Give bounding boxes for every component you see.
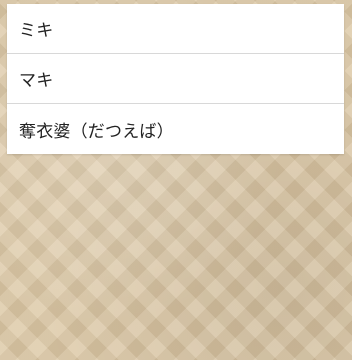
list-item-miki[interactable]: ミキ <box>7 4 344 54</box>
list-item-label: 奪衣婆（だつえば） <box>19 121 174 142</box>
list-item-label: ミキ <box>19 21 54 41</box>
selection-list: ミキ マキ 奪衣婆（だつえば） <box>7 4 344 154</box>
list-item-datsueba[interactable]: 奪衣婆（だつえば） <box>7 104 344 154</box>
list-item-maki[interactable]: マキ <box>7 54 344 104</box>
list-item-label: マキ <box>19 71 54 91</box>
